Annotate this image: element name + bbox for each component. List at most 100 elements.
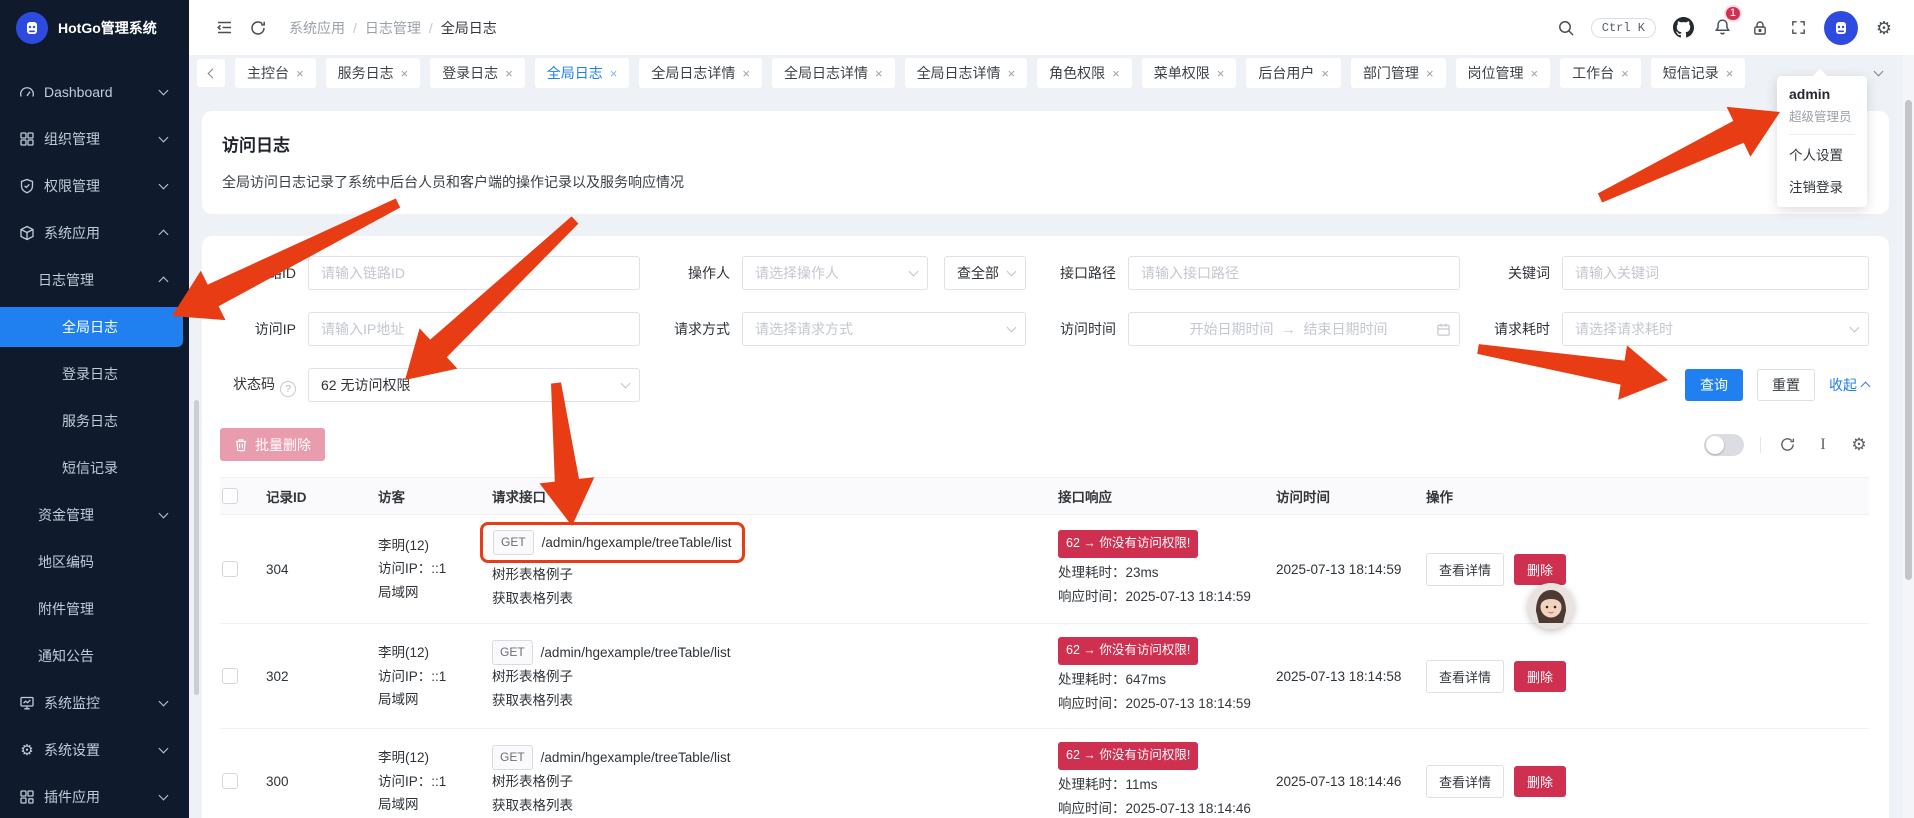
visit-time-range-picker[interactable]: 开始日期时间 → 结束日期时间 (1128, 312, 1460, 346)
tab-workbench[interactable]: 工作台× (1560, 58, 1641, 88)
close-icon[interactable]: × (401, 66, 409, 81)
close-icon[interactable]: × (1426, 66, 1434, 81)
close-icon[interactable]: × (1321, 66, 1329, 81)
close-icon[interactable]: × (1621, 66, 1629, 81)
duration-select[interactable]: 请选择请求耗时 (1562, 312, 1869, 346)
tab-role-permission[interactable]: 角色权限× (1037, 58, 1132, 88)
close-icon[interactable]: × (1726, 66, 1734, 81)
chevron-down-icon (159, 791, 169, 801)
sidebar-item-system-monitor[interactable]: 系统监控 (0, 683, 189, 723)
refresh-page-icon[interactable] (241, 11, 275, 45)
delete-button[interactable]: 删除 (1514, 661, 1566, 692)
operator-select[interactable]: 请选择操作人 (742, 256, 928, 290)
tab-sms-record[interactable]: 短信记录× (1651, 58, 1746, 88)
table-settings-icon[interactable]: ⚙ (1849, 435, 1869, 455)
sidebar-item-service-log[interactable]: 服务日志 (0, 401, 189, 441)
close-icon[interactable]: × (1008, 66, 1016, 81)
menu-item-personal-settings[interactable]: 个人设置 (1789, 135, 1855, 167)
content-scrollbar-thumb[interactable] (194, 400, 199, 695)
trace-id-input[interactable] (308, 256, 640, 290)
close-icon[interactable]: × (1217, 66, 1225, 81)
sidebar-item-fund-management[interactable]: 资金管理 (0, 495, 189, 535)
tab-global-log-detail[interactable]: 全局日志详情× (905, 58, 1028, 88)
sidebar-item-org[interactable]: 组织管理 (0, 119, 189, 159)
table-row: 304 李明(12) 访问IP：::1 局域网 GET/admin/hgexam… (220, 515, 1869, 624)
reset-button[interactable]: 重置 (1757, 369, 1815, 401)
breadcrumb-item[interactable]: 系统应用 (289, 18, 345, 38)
tab-login-log[interactable]: 登录日志× (430, 58, 525, 88)
menu-item-logout[interactable]: 注销登录 (1789, 167, 1855, 199)
breadcrumb-current: 全局日志 (441, 18, 497, 38)
view-detail-button[interactable]: 查看详情 (1426, 660, 1504, 693)
row-checkbox[interactable] (222, 668, 238, 684)
app-logo[interactable]: HotGo管理系统 (0, 0, 189, 55)
tab-global-log-detail[interactable]: 全局日志详情× (639, 58, 762, 88)
operator-scope-select[interactable]: 查全部 (944, 256, 1026, 290)
collapse-sidebar-icon[interactable] (207, 11, 241, 45)
lock-screen-icon[interactable] (1748, 11, 1772, 45)
status-code-select[interactable]: 62 无访问权限 (308, 368, 640, 402)
help-icon[interactable]: ? (280, 381, 296, 397)
tab-global-log[interactable]: 全局日志× (535, 58, 630, 88)
tab-post-management[interactable]: 岗位管理× (1456, 58, 1551, 88)
view-detail-button[interactable]: 查看详情 (1426, 553, 1504, 586)
sidebar-item-global-log[interactable]: 全局日志 (0, 307, 183, 347)
close-icon[interactable]: × (1112, 66, 1120, 81)
row-height-icon[interactable]: I (1813, 435, 1833, 455)
sidebar-item-permission[interactable]: 权限管理 (0, 166, 189, 206)
close-icon[interactable]: × (505, 66, 513, 81)
filter-label: 操作人 (654, 263, 730, 283)
sidebar-item-sms-record[interactable]: 短信记录 (0, 448, 189, 488)
close-icon[interactable]: × (296, 66, 304, 81)
page-scrollbar-thumb[interactable] (1905, 100, 1912, 580)
sidebar-item-dashboard[interactable]: Dashboard (0, 72, 189, 112)
sidebar-item-region-code[interactable]: 地区编码 (0, 542, 189, 582)
tab-department[interactable]: 部门管理× (1351, 58, 1446, 88)
search-button[interactable]: 查询 (1685, 369, 1743, 401)
close-icon[interactable]: × (875, 66, 883, 81)
delete-button[interactable]: 删除 (1514, 554, 1566, 585)
batch-delete-button[interactable]: 批量删除 (220, 428, 325, 461)
tab-global-log-detail[interactable]: 全局日志详情× (772, 58, 895, 88)
sidebar-item-plugin-app[interactable]: 插件应用 (0, 777, 189, 817)
collapse-filters-link[interactable]: 收起 (1829, 375, 1869, 395)
breadcrumb-item[interactable]: 日志管理 (365, 18, 421, 38)
delete-button[interactable]: 删除 (1514, 766, 1566, 797)
sidebar-item-log-management[interactable]: 日志管理 (0, 260, 189, 300)
keyword-input[interactable] (1562, 256, 1869, 290)
support-avatar[interactable] (1528, 583, 1574, 629)
github-icon[interactable] (1670, 11, 1696, 45)
tab-console[interactable]: 主控台× (235, 58, 316, 88)
sidebar-item-system-app[interactable]: 系统应用 (0, 213, 189, 253)
api-path-input[interactable] (1128, 256, 1460, 290)
tab-admin-user[interactable]: 后台用户× (1246, 58, 1341, 88)
api-path: /admin/hgexample/treeTable/list (542, 531, 732, 555)
request-method-select[interactable]: 请选择请求方式 (742, 312, 1026, 346)
close-icon[interactable]: × (1531, 66, 1539, 81)
filter-status-code: 状态码? 62 无访问权限 (220, 368, 640, 402)
row-checkbox[interactable] (222, 773, 238, 789)
sidebar-item-login-log[interactable]: 登录日志 (0, 354, 189, 394)
search-icon[interactable] (1555, 11, 1577, 45)
striped-toggle[interactable] (1704, 434, 1744, 456)
select-all-checkbox[interactable] (222, 488, 238, 504)
user-avatar[interactable] (1824, 11, 1858, 45)
tabs-dropdown-icon[interactable] (1864, 59, 1892, 87)
reload-table-icon[interactable] (1777, 435, 1797, 455)
notifications-bell-icon[interactable]: 1 (1710, 11, 1734, 45)
view-detail-button[interactable]: 查看详情 (1426, 765, 1504, 798)
tab-service-log[interactable]: 服务日志× (326, 58, 421, 88)
tab-menu-permission[interactable]: 菜单权限× (1142, 58, 1237, 88)
response-cell: 62 → 你没有访问权限! 处理耗时：11ms 响应时间：2025-07-13 … (1058, 742, 1276, 818)
sidebar-item-system-settings[interactable]: ⚙ 系统设置 (0, 730, 189, 770)
fullscreen-icon[interactable] (1786, 11, 1810, 45)
close-icon[interactable]: × (742, 66, 750, 81)
sidebar-item-notice[interactable]: 通知公告 (0, 636, 189, 676)
settings-gear-icon[interactable]: ⚙ (1872, 11, 1896, 45)
search-shortcut-badge[interactable]: Ctrl K (1591, 18, 1656, 38)
sidebar-item-attachment[interactable]: 附件管理 (0, 589, 189, 629)
visit-ip-input[interactable] (308, 312, 640, 346)
close-icon[interactable]: × (610, 66, 618, 81)
tabs-scroll-left-icon[interactable] (197, 59, 225, 87)
row-checkbox[interactable] (222, 561, 238, 577)
